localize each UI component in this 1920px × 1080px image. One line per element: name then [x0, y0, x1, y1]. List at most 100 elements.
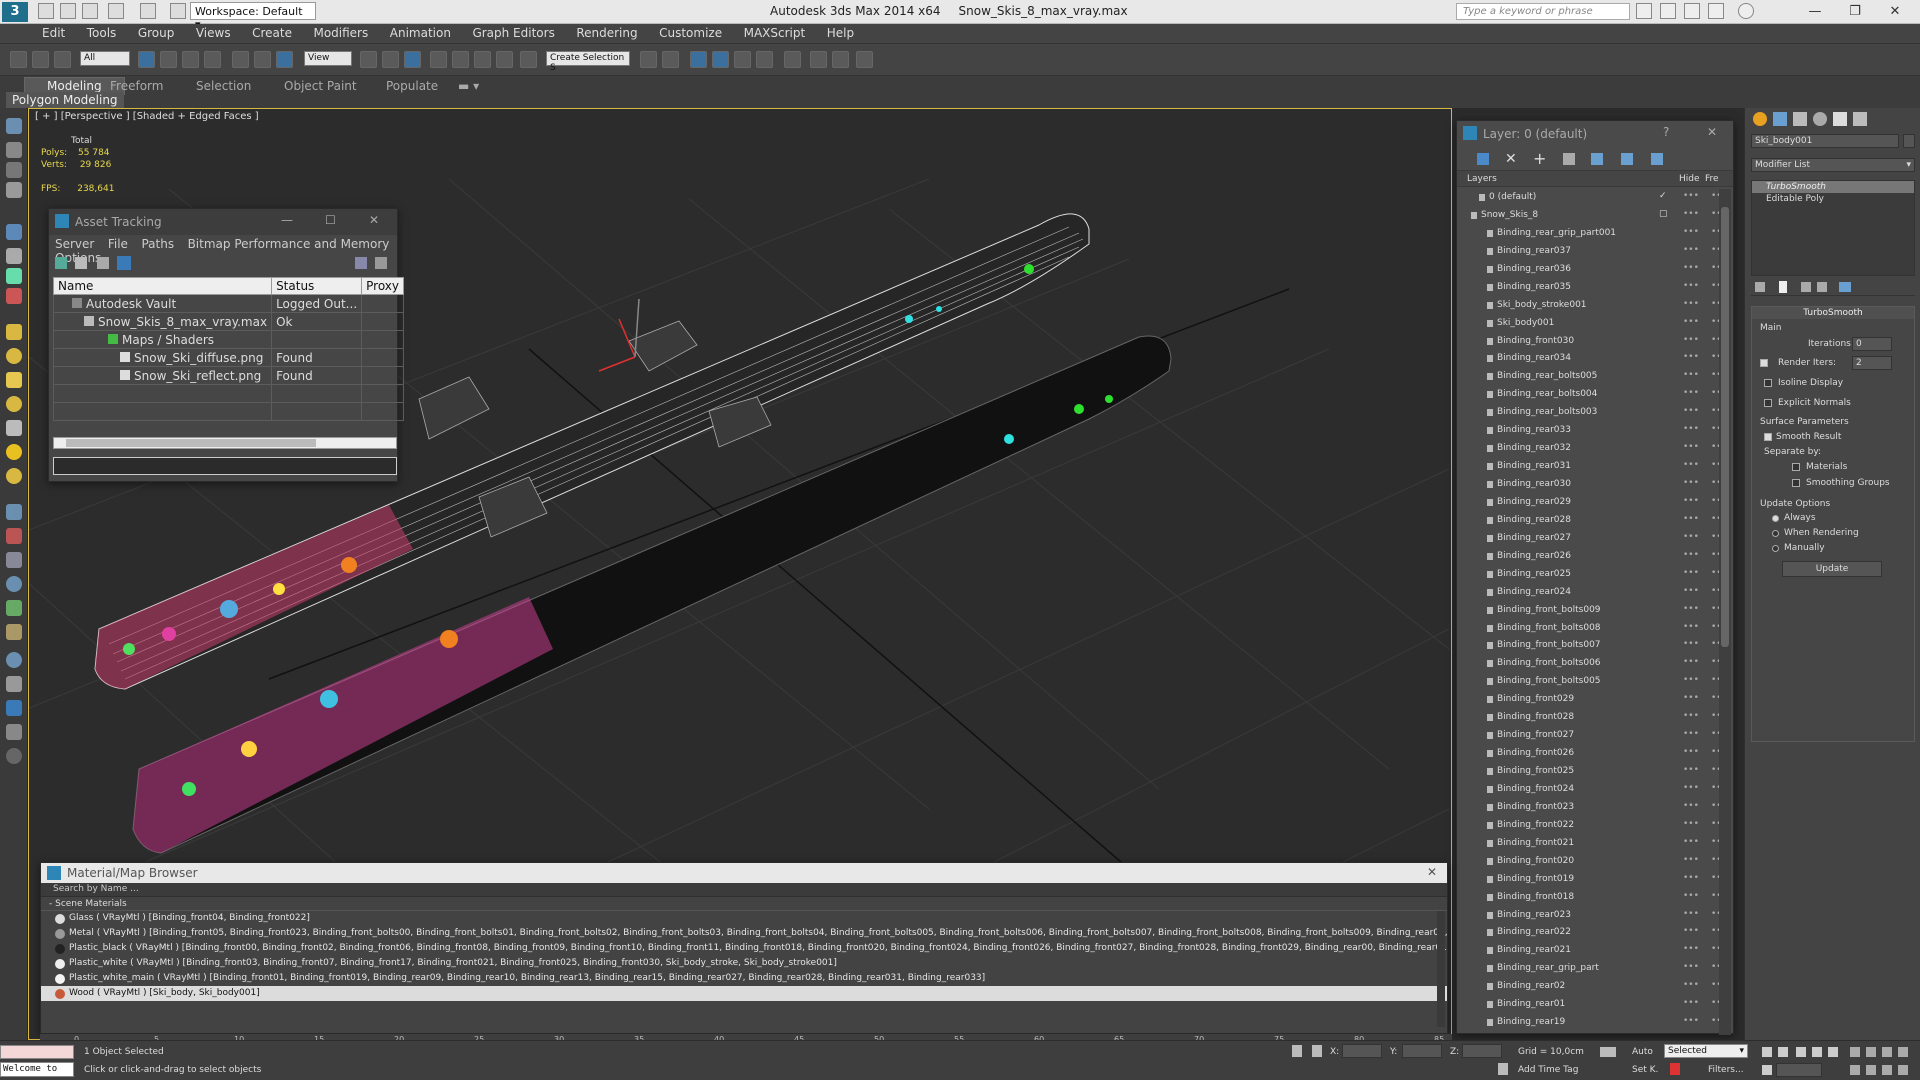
material-row[interactable]: Plastic_white_main ( VRayMtl ) [Binding_…	[41, 971, 1447, 986]
modifier-list-dropdown[interactable]: Modifier List ▾	[1751, 158, 1915, 172]
favorites-icon[interactable]	[1708, 3, 1724, 19]
layer-explorer-icon[interactable]	[690, 51, 707, 68]
binoculars-icon[interactable]	[1636, 3, 1652, 19]
hide-toggle[interactable]: •••	[1683, 962, 1699, 972]
freeze-toggle[interactable]: •••	[1711, 263, 1719, 273]
x-coordinate-field[interactable]	[1342, 1044, 1382, 1058]
freeze-toggle[interactable]: •••	[1711, 765, 1719, 775]
ribbon-options-icon[interactable]: ▬ ▾	[458, 79, 479, 93]
select-object-icon[interactable]	[138, 51, 155, 68]
hide-toggle[interactable]: •••	[1683, 299, 1699, 309]
freeze-toggle[interactable]: •••	[1711, 388, 1719, 398]
hide-toggle[interactable]: •••	[1683, 370, 1699, 380]
create-tab-icon[interactable]	[1753, 112, 1767, 126]
zoom-extents-icon[interactable]	[1882, 1047, 1892, 1057]
hide-toggle[interactable]: •••	[1683, 442, 1699, 452]
highlight-layer-icon[interactable]	[1591, 153, 1603, 165]
hide-toggle[interactable]: •••	[1683, 873, 1699, 883]
explicit-normals-checkbox[interactable]	[1764, 399, 1772, 407]
current-layer-check-icon[interactable]: ✓	[1659, 191, 1667, 201]
hide-toggle[interactable]: •••	[1683, 801, 1699, 811]
help-icon[interactable]	[1738, 3, 1754, 19]
hide-toggle[interactable]: •••	[1683, 855, 1699, 865]
freeze-toggle[interactable]: •••	[1711, 442, 1719, 452]
minimize-button[interactable]: —	[1800, 2, 1830, 22]
percent-snap-icon[interactable]	[474, 51, 491, 68]
scrollbar-thumb[interactable]	[1721, 207, 1729, 647]
show-end-result-icon[interactable]	[1779, 281, 1787, 293]
window-crossing-icon[interactable]	[204, 51, 221, 68]
freeze-toggle[interactable]: •••	[1711, 550, 1719, 560]
undo-icon[interactable]	[108, 3, 124, 19]
hide-toggle[interactable]: •••	[1683, 568, 1699, 578]
at-maximize-button[interactable]: ☐	[325, 213, 336, 227]
object-color-swatch[interactable]	[1903, 134, 1915, 148]
y-coordinate-field[interactable]	[1402, 1044, 1442, 1058]
layer-object-row[interactable]: Binding_rear030 ••• •••	[1457, 476, 1719, 494]
thumbnail-view-icon[interactable]	[97, 257, 109, 269]
material-search-field[interactable]: Search by Name ...	[41, 883, 1447, 897]
layer-object-row[interactable]: Binding_front027 ••• •••	[1457, 727, 1719, 745]
snaps-toggle-icon[interactable]	[430, 51, 447, 68]
hide-toggle[interactable]: •••	[1683, 909, 1699, 919]
at-menu-server[interactable]: Server	[55, 237, 94, 251]
layer-row[interactable]: Snow_Skis_8 ▢ ••• •••	[1457, 207, 1719, 225]
motion-tab-icon[interactable]	[1813, 112, 1827, 126]
menu-animation[interactable]: Animation	[390, 24, 451, 42]
remove-modifier-icon[interactable]	[1817, 282, 1827, 292]
freeze-toggle[interactable]: •••	[1711, 909, 1719, 919]
hide-toggle[interactable]: •••	[1683, 245, 1699, 255]
hide-toggle[interactable]: •••	[1683, 926, 1699, 936]
manually-radio[interactable]	[1772, 545, 1779, 552]
named-selection-dropdown[interactable]: Create Selection S	[546, 51, 630, 73]
spinner-snap-icon[interactable]	[496, 51, 513, 68]
freeze-toggle[interactable]: •••	[1711, 747, 1719, 757]
viewport-label[interactable]: [ + ] [Perspective ] [Shaded + Edged Fac…	[35, 111, 259, 122]
at-minimize-button[interactable]: —	[281, 213, 293, 227]
create-systems-icon[interactable]	[6, 288, 22, 304]
transform-gizmo[interactable]	[598, 298, 640, 372]
material-row[interactable]: Plastic_black ( VRayMtl ) [Binding_front…	[41, 941, 1447, 956]
hide-toggle[interactable]: •••	[1683, 424, 1699, 434]
curve-editor-icon[interactable]	[734, 51, 751, 68]
material-row[interactable]: Plastic_white ( VRayMtl ) [Binding_front…	[41, 956, 1447, 971]
create-camera-icon[interactable]	[6, 224, 22, 240]
render-production-icon[interactable]	[856, 51, 873, 68]
material-browser-header[interactable]: Material/Map Browser ✕	[41, 863, 1447, 883]
freeze-toggle[interactable]: •••	[1711, 891, 1719, 901]
hide-toggle[interactable]: •••	[1683, 406, 1699, 416]
layer-header[interactable]: Layer: 0 (default) ? ✕	[1457, 121, 1733, 147]
sun-light-icon[interactable]	[6, 444, 22, 460]
layer-object-row[interactable]: Binding_front019 ••• •••	[1457, 871, 1719, 889]
character-icon[interactable]	[6, 624, 22, 640]
freeze-toggle[interactable]: •••	[1711, 604, 1719, 614]
menu-group[interactable]: Group	[138, 24, 175, 42]
pivot-center-icon[interactable]	[360, 51, 377, 68]
layer-object-row[interactable]: Binding_front026 ••• •••	[1457, 745, 1719, 763]
col-hide[interactable]: Hide	[1679, 174, 1700, 184]
freeze-toggle[interactable]: •••	[1711, 873, 1719, 883]
freeze-toggle[interactable]: •••	[1711, 532, 1719, 542]
object-name-field[interactable]: Ski_body001	[1751, 134, 1899, 148]
project-folder-icon[interactable]	[170, 3, 186, 19]
freeze-toggle[interactable]: •••	[1711, 926, 1719, 936]
set-key-button[interactable]: Set K.	[1632, 1065, 1658, 1075]
table-row[interactable]: Maps / Shaders	[52, 330, 405, 349]
render-iters-checkbox[interactable]	[1760, 359, 1768, 367]
layer-object-row[interactable]: Binding_rear021 ••• •••	[1457, 942, 1719, 960]
freeze-toggle[interactable]: •••	[1711, 424, 1719, 434]
select-manipulate-icon[interactable]	[382, 51, 399, 68]
open-file-icon[interactable]	[60, 3, 76, 19]
freeze-toggle[interactable]: •••	[1711, 693, 1719, 703]
go-to-end-icon[interactable]	[1828, 1047, 1838, 1057]
keyword-search-input[interactable]: Type a keyword or phrase	[1456, 3, 1630, 20]
smoothing-groups-checkbox[interactable]	[1792, 479, 1800, 487]
layer-object-row[interactable]: Binding_front_bolts006 ••• •••	[1457, 655, 1719, 673]
maxscript-listener-field[interactable]	[0, 1045, 74, 1059]
current-frame-field[interactable]	[1776, 1063, 1822, 1077]
utilities-tab-icon[interactable]	[1853, 112, 1867, 126]
asset-tracking-header[interactable]: Asset Tracking — ☐ ✕	[49, 209, 397, 235]
torus-primitive-icon[interactable]	[6, 396, 22, 412]
geosphere-primitive-icon[interactable]	[6, 468, 22, 484]
render-setup-icon[interactable]	[810, 51, 827, 68]
